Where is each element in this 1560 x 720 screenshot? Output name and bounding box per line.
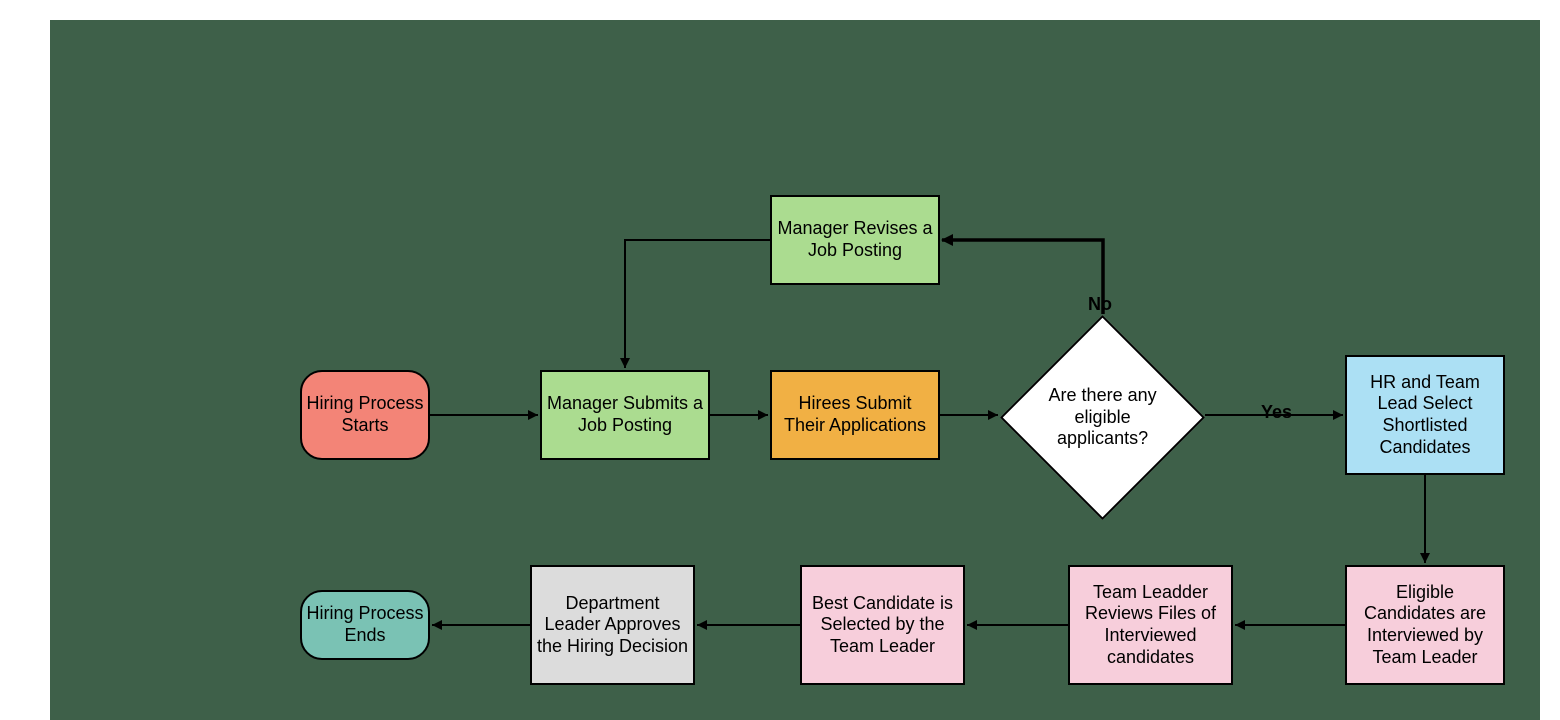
start-terminator: Hiring Process Starts: [300, 370, 430, 460]
process-shortlist: HR and Team Lead Select Shortlisted Cand…: [1345, 355, 1505, 475]
edge-label-yes: Yes: [1261, 402, 1292, 423]
process-label: Eligible Candidates are Interviewed by T…: [1351, 582, 1499, 668]
start-label: Hiring Process Starts: [306, 393, 424, 436]
process-submit-posting: Manager Submits a Job Posting: [540, 370, 710, 460]
process-label: Department Leader Approves the Hiring De…: [536, 593, 689, 658]
process-revise-posting: Manager Revises a Job Posting: [770, 195, 940, 285]
process-label: Hirees Submit Their Applications: [776, 393, 934, 436]
process-label: Team Leadder Reviews Files of Interviewe…: [1074, 582, 1227, 668]
process-review-files: Team Leadder Reviews Files of Interviewe…: [1068, 565, 1233, 685]
process-select-best: Best Candidate is Selected by the Team L…: [800, 565, 965, 685]
process-hirees-submit: Hirees Submit Their Applications: [770, 370, 940, 460]
process-label: Manager Submits a Job Posting: [546, 393, 704, 436]
process-label: Manager Revises a Job Posting: [776, 218, 934, 261]
end-label: Hiring Process Ends: [306, 603, 424, 646]
process-label: HR and Team Lead Select Shortlisted Cand…: [1351, 372, 1499, 458]
edge-label-no: No: [1088, 294, 1112, 315]
end-terminator: Hiring Process Ends: [300, 590, 430, 660]
flowchart-canvas: Hiring Process Starts Manager Submits a …: [0, 0, 1560, 720]
process-interview: Eligible Candidates are Interviewed by T…: [1345, 565, 1505, 685]
process-label: Best Candidate is Selected by the Team L…: [806, 593, 959, 658]
decision-label: Are there any eligible applicants?: [1032, 385, 1173, 450]
process-approve: Department Leader Approves the Hiring De…: [530, 565, 695, 685]
